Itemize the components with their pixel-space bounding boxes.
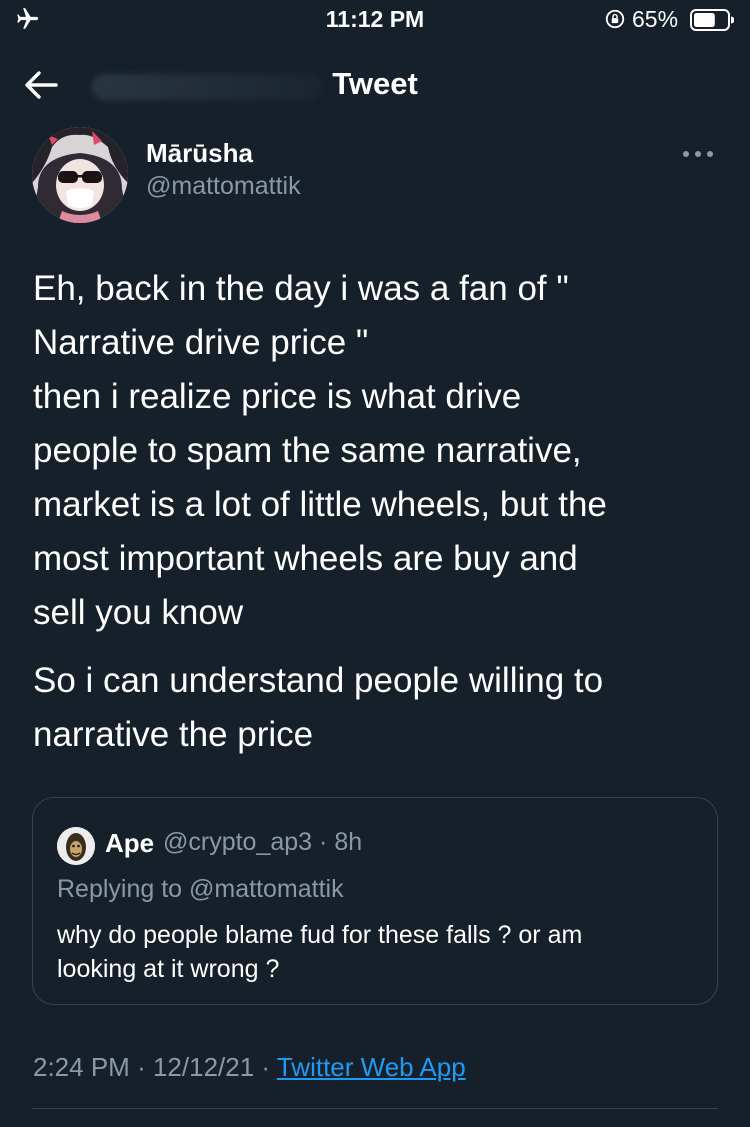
divider (32, 1108, 718, 1109)
more-options-icon[interactable] (680, 140, 716, 168)
page-title: Tweet (332, 66, 418, 101)
author-handle[interactable]: @mattomattik (146, 172, 301, 201)
tweet-line: people to spam the same narrative, (33, 431, 582, 470)
quoted-line: why do people blame fud for these falls … (57, 921, 583, 949)
tweet-detail-screen: 11:12 PM 65% Tweet Mārūsha @mattomattik … (0, 0, 750, 1127)
tweet-line: So i can understand people willing to (33, 661, 604, 700)
author-name[interactable]: Mārūsha (146, 138, 253, 169)
ape-avatar-image (57, 827, 95, 865)
replying-to-line: Replying to @mattomattik (57, 875, 344, 904)
tweet-date: 12/12/21 (152, 1052, 255, 1082)
tweet-time: 2:24 PM (33, 1052, 130, 1082)
quoted-author-name[interactable]: Ape (105, 828, 154, 859)
battery-percent: 65% (632, 6, 679, 32)
quoted-author-handle[interactable]: @crypto_ap3 (163, 828, 312, 856)
separator-dot: · (137, 1052, 146, 1082)
quoted-handle-and-time: @crypto_ap3 · 8h (163, 828, 362, 857)
tweet-line: narrative the price (33, 715, 314, 754)
tweet-paragraph-1: Eh, back in the day i was a fan of " Nar… (33, 262, 723, 640)
quoted-tweet-age: 8h (334, 828, 363, 856)
separator-dot: · (319, 828, 328, 856)
author-avatar-image (32, 127, 128, 223)
rotation-lock-icon (605, 9, 625, 29)
battery-icon (690, 9, 734, 31)
tweet-line: Narrative drive price " (33, 323, 369, 362)
tweet-text: Eh, back in the day i was a fan of " Nar… (33, 262, 723, 762)
replying-to-label: Replying to (57, 875, 183, 903)
tweet-line: market is a lot of little wheels, but th… (33, 485, 607, 524)
tweet-source-link[interactable]: Twitter Web App (277, 1052, 466, 1082)
tweet-timestamp: 2:24 PM · 12/12/21 · Twitter Web App (33, 1052, 466, 1083)
quoted-tweet-text: why do people blame fud for these falls … (57, 918, 687, 986)
tweet-line: most important wheels are buy and (33, 539, 578, 578)
quoted-line: looking at it wrong ? (57, 955, 280, 983)
tweet-line: Eh, back in the day i was a fan of " (33, 269, 569, 308)
replying-to-mention[interactable]: @mattomattik (189, 875, 344, 903)
tweet-line: sell you know (33, 593, 244, 632)
separator-dot: · (261, 1052, 271, 1082)
author-avatar[interactable] (32, 127, 128, 223)
quoted-tweet-card[interactable]: Ape @crypto_ap3 · 8h Replying to @mattom… (32, 797, 718, 1005)
tweet-line: then i realize price is what drive (33, 377, 522, 416)
status-bar: 11:12 PM 65% (0, 0, 750, 44)
quoted-author-avatar[interactable] (57, 827, 95, 865)
top-navigation-bar: Tweet (0, 44, 750, 120)
tweet-paragraph-2: So i can understand people willing to na… (33, 654, 723, 762)
